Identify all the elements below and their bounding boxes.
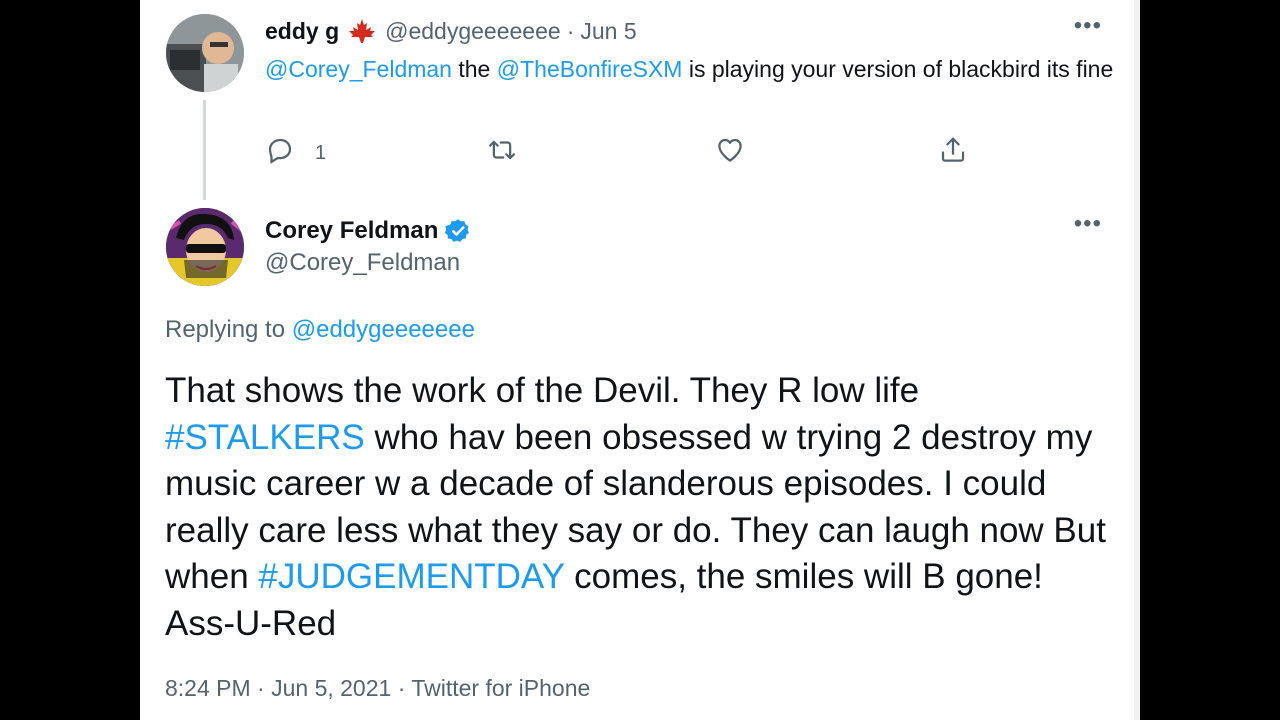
avatar-illustration [166, 208, 244, 286]
tweet-date[interactable]: Jun 5 [580, 18, 636, 45]
author-name[interactable]: eddy g [265, 18, 339, 45]
parent-tweet-text: @Corey_Feldman the @TheBonfireSXM is pla… [265, 53, 1125, 86]
tweet-actions-bar: 1 [265, 136, 985, 170]
tweet-thread-panel: eddy g @eddygeeeeeee · Jun 5 ••• @Corey_… [140, 0, 1140, 720]
author-handle[interactable]: @eddygeeeeeee [385, 18, 561, 45]
tweet-text-segment: is playing your version of blackbird its… [682, 56, 1114, 82]
tweet-timestamp-source[interactable]: 8:24 PM · Jun 5, 2021 · Twitter for iPho… [165, 675, 590, 702]
author-handle[interactable]: @Corey_Feldman [265, 249, 460, 277]
replying-to-line: Replying to @eddygeeeeeee [165, 316, 475, 344]
thread-connector-line [203, 100, 206, 200]
author-name[interactable]: Corey Feldman [265, 217, 438, 245]
retweet-icon [487, 135, 517, 171]
reply-icon [265, 135, 295, 171]
avatar[interactable] [166, 208, 244, 286]
like-button[interactable] [715, 136, 745, 170]
share-button[interactable] [938, 136, 968, 170]
more-options-icon[interactable]: ••• [1074, 12, 1102, 40]
share-icon [938, 135, 968, 171]
mention-link[interactable]: @eddygeeeeeee [292, 316, 475, 343]
tweet-text-segment: the [451, 56, 497, 82]
heart-icon [715, 135, 745, 171]
mention-link[interactable]: @TheBonfireSXM [497, 56, 683, 82]
reply-button[interactable]: 1 [265, 136, 326, 170]
main-tweet-text: That shows the work of the Devil. They R… [165, 368, 1115, 647]
separator-dot: · [566, 17, 575, 44]
avatar[interactable] [166, 14, 244, 92]
replying-prefix: Replying to [165, 316, 292, 343]
verified-badge-icon [444, 217, 472, 245]
parent-tweet-header: eddy g @eddygeeeeeee · Jun 5 [265, 16, 637, 46]
retweet-button[interactable] [487, 136, 517, 170]
main-tweet-author: Corey Feldman [265, 214, 472, 248]
reply-count: 1 [315, 141, 327, 164]
panel-border [1134, 0, 1140, 720]
hashtag-link[interactable]: #JUDGEMENTDAY [258, 557, 564, 596]
avatar-photo [166, 14, 244, 92]
mention-link[interactable]: @Corey_Feldman [265, 56, 452, 82]
canada-maple-leaf-icon [347, 18, 377, 44]
tweet-text-segment: That shows the work of the Devil. They R… [165, 371, 920, 410]
hashtag-link[interactable]: #STALKERS [165, 418, 365, 457]
more-options-icon[interactable]: ••• [1074, 210, 1102, 238]
